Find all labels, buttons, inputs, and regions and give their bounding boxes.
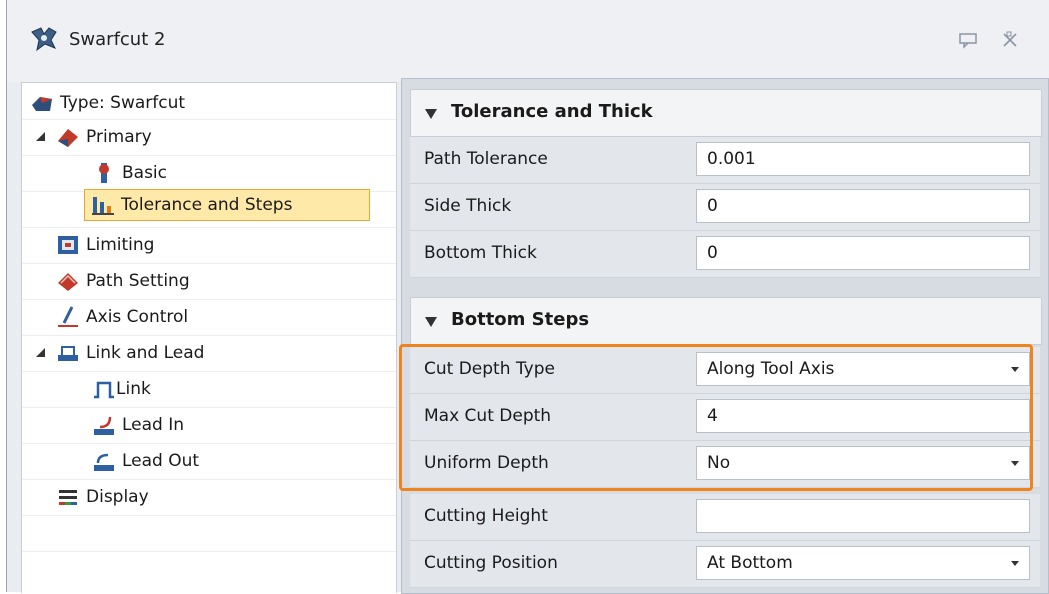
tree-item-primary[interactable]: Primary — [22, 119, 396, 155]
tree-item-label: Lead Out — [122, 451, 200, 471]
swarfcut-app-icon — [31, 27, 57, 52]
row-side-thick: Side Thick 0 — [410, 184, 1040, 231]
axis-control-icon — [58, 306, 78, 327]
tree-item-label: Lead In — [122, 415, 185, 435]
tree-item-link-and-lead[interactable]: Link and Lead — [22, 335, 396, 371]
cut-depth-type-select[interactable]: Along Tool Axis — [696, 352, 1030, 386]
select-value: Along Tool Axis — [707, 359, 835, 379]
cutting-height-label: Cutting Height — [424, 506, 548, 526]
collapse-arrow-icon[interactable] — [425, 109, 437, 119]
window-title: Swarfcut 2 — [69, 29, 166, 50]
speech-bubble-icon[interactable] — [957, 30, 979, 50]
cut-depth-type-label: Cut Depth Type — [424, 359, 555, 379]
section-bottom-steps[interactable]: Bottom Steps — [410, 297, 1042, 345]
bottom-thick-label: Bottom Thick — [424, 243, 537, 263]
tree-item-label: Path Setting — [86, 271, 190, 291]
tree-item-basic[interactable]: Basic — [22, 155, 396, 191]
close-icon[interactable] — [999, 30, 1021, 50]
tree-item-lead-in[interactable]: Lead In — [22, 407, 396, 443]
dropdown-arrow-icon[interactable] — [1011, 461, 1019, 466]
tree-item-label: Primary — [86, 127, 152, 147]
link-lead-icon — [58, 346, 78, 361]
row-uniform-depth: Uniform Depth No — [410, 441, 1040, 488]
tree-item-label: Limiting — [86, 235, 155, 255]
cutting-position-select[interactable]: At Bottom — [696, 546, 1030, 580]
display-icon — [59, 490, 77, 505]
row-bottom-thick: Bottom Thick 0 — [410, 231, 1040, 278]
lead-out-icon — [94, 453, 114, 471]
expand-arrow-icon[interactable] — [36, 132, 45, 141]
dropdown-arrow-icon[interactable] — [1011, 561, 1019, 566]
tree-item-label: Tolerance and Steps — [121, 195, 293, 215]
tree-item-axis-control[interactable]: Axis Control — [22, 299, 396, 335]
path-tolerance-label: Path Tolerance — [424, 149, 548, 169]
expand-arrow-icon[interactable] — [36, 348, 45, 357]
basic-icon — [99, 163, 109, 183]
swarfcut-type-icon — [32, 97, 52, 111]
row-path-tolerance: Path Tolerance 0.001 — [410, 137, 1040, 184]
uniform-depth-select[interactable]: No — [696, 446, 1030, 480]
select-value: At Bottom — [707, 553, 793, 573]
limiting-icon — [58, 236, 78, 254]
settings-tree: Type: Swarfcut Primary Basic Tolerance a… — [21, 82, 397, 593]
tree-item-path-setting[interactable]: Path Setting — [22, 263, 396, 299]
row-cut-depth-type: Cut Depth Type Along Tool Axis — [410, 347, 1040, 394]
tree-item-label: Display — [86, 487, 149, 507]
tree-item-label: Basic — [122, 163, 168, 183]
side-thick-input[interactable]: 0 — [696, 189, 1030, 223]
tree-item-label: Link and Lead — [86, 343, 205, 363]
row-max-cut-depth: Max Cut Depth 4 — [410, 394, 1040, 441]
link-icon — [94, 381, 114, 399]
path-setting-icon — [58, 273, 78, 291]
tree-item-lead-out[interactable]: Lead Out — [22, 443, 396, 479]
cutting-position-label: Cutting Position — [424, 553, 558, 573]
swarfcut-dialog: Swarfcut 2 Type: Swarfcut Primary Basic … — [6, 0, 1049, 594]
tolerance-steps-icon — [92, 197, 114, 215]
path-tolerance-input[interactable]: 0.001 — [696, 142, 1030, 176]
section-title: Tolerance and Thick — [451, 101, 653, 122]
title-bar: Swarfcut 2 — [7, 0, 1049, 82]
tree-item-label: Axis Control — [86, 307, 189, 327]
section-title: Bottom Steps — [451, 309, 590, 330]
dropdown-arrow-icon[interactable] — [1011, 367, 1019, 372]
max-cut-depth-input[interactable]: 4 — [696, 399, 1030, 433]
cutting-height-input[interactable] — [696, 499, 1030, 533]
row-cutting-position: Cutting Position At Bottom — [410, 541, 1040, 588]
primary-icon — [58, 129, 78, 147]
bottom-thick-input[interactable]: 0 — [696, 236, 1030, 270]
row-cutting-height: Cutting Height — [410, 494, 1040, 541]
tree-item-limiting[interactable]: Limiting — [22, 227, 396, 263]
lead-in-icon — [94, 416, 114, 435]
section-tolerance-and-thick[interactable]: Tolerance and Thick — [410, 89, 1042, 137]
tree-item-tolerance-and-steps[interactable]: Tolerance and Steps — [84, 189, 370, 221]
collapse-arrow-icon[interactable] — [425, 317, 437, 327]
max-cut-depth-label: Max Cut Depth — [424, 406, 552, 426]
tree-item-display[interactable]: Display — [22, 479, 396, 515]
properties-pane: Tolerance and Thick Path Tolerance 0.001… — [401, 78, 1049, 594]
side-thick-label: Side Thick — [424, 196, 512, 216]
tree-item-type[interactable]: Type: Swarfcut — [22, 85, 396, 121]
tree-item-link[interactable]: Link — [22, 371, 396, 407]
select-value: No — [707, 453, 731, 473]
uniform-depth-label: Uniform Depth — [424, 453, 549, 473]
tree-item-label: Type: Swarfcut — [60, 93, 186, 113]
tree-item-label: Link — [116, 379, 151, 399]
